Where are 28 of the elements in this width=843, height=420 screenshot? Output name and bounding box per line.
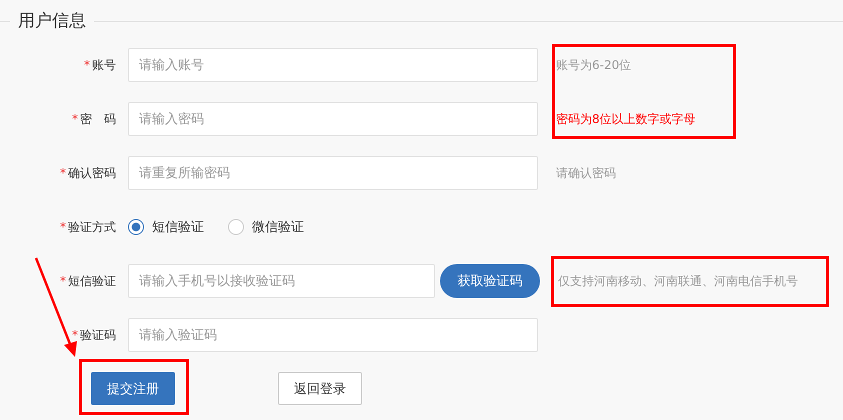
input-field[interactable]: 请重复所输密码 [128, 156, 538, 190]
required-mark: * [60, 220, 66, 234]
field-label: 验证方式 [68, 218, 116, 236]
required-mark: * [60, 274, 66, 288]
required-mark: * [84, 58, 90, 72]
field-label: 验证码 [80, 326, 116, 344]
required-mark: * [60, 166, 66, 180]
field-hint: 请确认密码 [556, 164, 616, 182]
submit-button[interactable]: 提交注册 [91, 372, 175, 405]
back-button[interactable]: 返回登录 [278, 372, 362, 405]
field-hint: 仅支持河南移动、河南联通、河南电信手机号 [558, 272, 798, 290]
section-title: 用户信息 [17, 10, 87, 32]
field-label: 短信验证 [68, 272, 116, 290]
field-label: 密 码 [80, 110, 116, 128]
field-hint: 账号为6-20位 [556, 56, 632, 74]
radio-label[interactable]: 微信验证 [252, 218, 304, 236]
phone-field[interactable]: 请输入手机号以接收验证码 [128, 264, 435, 298]
field-hint: 密码为8位以上数字或字母 [556, 110, 696, 128]
input-field[interactable]: 请输入账号 [128, 48, 538, 82]
input-field[interactable]: 请输入验证码 [128, 318, 538, 352]
input-field[interactable]: 请输入密码 [128, 102, 538, 136]
field-label: 账号 [92, 56, 116, 74]
required-mark: * [72, 112, 78, 126]
get-code-button[interactable]: 获取验证码 [440, 264, 540, 298]
field-label: 确认密码 [68, 164, 116, 182]
radio-label[interactable]: 短信验证 [152, 218, 204, 236]
radio-button[interactable] [128, 219, 144, 235]
required-mark: * [72, 328, 78, 342]
